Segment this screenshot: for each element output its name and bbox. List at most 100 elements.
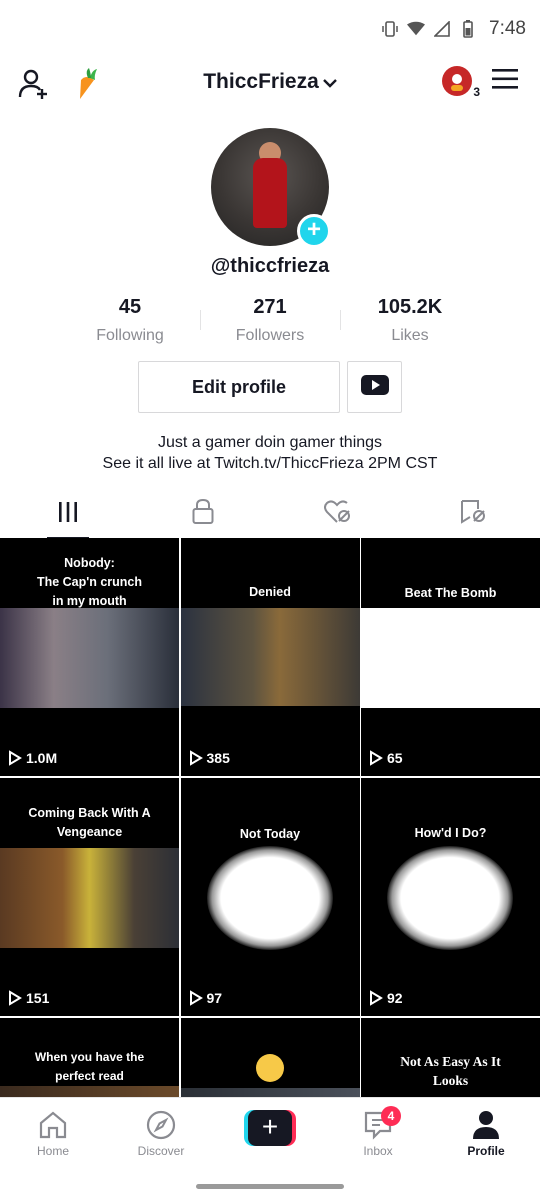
inbox-icon bbox=[333, 1110, 423, 1140]
nav-discover[interactable]: Discover bbox=[116, 1110, 206, 1158]
stat-value: 271 bbox=[253, 296, 287, 318]
view-count: 151 bbox=[8, 990, 49, 1006]
video-caption: How'd I Do? bbox=[414, 826, 487, 840]
video-thumbnail bbox=[0, 608, 179, 708]
video-tile[interactable]: Denied 385 bbox=[180, 538, 360, 776]
shocked-emoji-icon bbox=[255, 1054, 284, 1082]
wifi-icon bbox=[407, 20, 426, 38]
tab-private[interactable] bbox=[135, 490, 270, 538]
nav-label: Inbox bbox=[363, 1144, 393, 1158]
play-icon bbox=[9, 750, 22, 766]
notification-count: 3 bbox=[473, 85, 480, 99]
stat-followers[interactable]: 271 Followers bbox=[200, 296, 340, 345]
bio-line: Just a gamer doin gamer things bbox=[157, 434, 383, 451]
nav-label: Profile bbox=[467, 1144, 505, 1158]
video-caption: Coming Back With A Vengeance bbox=[28, 806, 151, 839]
video-tile[interactable]: Not Today 97 bbox=[180, 778, 360, 1016]
stat-value: 105.2K bbox=[377, 296, 443, 318]
avatar-figure-body bbox=[253, 158, 287, 228]
video-caption: Not Today bbox=[239, 827, 301, 841]
plus-icon: + bbox=[248, 1110, 292, 1146]
heart-hidden-icon bbox=[323, 499, 352, 529]
vibrate-icon bbox=[381, 20, 399, 38]
home-indicator[interactable] bbox=[196, 1184, 344, 1189]
profile-tabs bbox=[0, 490, 540, 539]
profile-handle: @thiccfrieza bbox=[210, 255, 330, 277]
video-caption: When you have the perfect read bbox=[34, 1050, 145, 1083]
notification-avatar-button[interactable]: 3 bbox=[442, 66, 480, 99]
video-thumbnail bbox=[206, 846, 333, 950]
view-count-value: 1.0M bbox=[26, 750, 58, 766]
avatar-beak bbox=[451, 85, 463, 91]
nav-label: Home bbox=[36, 1144, 69, 1158]
video-thumbnail bbox=[387, 846, 513, 950]
nav-home[interactable]: Home bbox=[8, 1110, 98, 1158]
video-grid: Nobody: The Cap'n crunch in my mouth 1.0… bbox=[0, 538, 540, 1098]
create-button[interactable]: + bbox=[244, 1110, 296, 1146]
video-caption: Denied bbox=[249, 585, 291, 599]
view-count: 1.0M bbox=[8, 750, 57, 766]
avatar-eye bbox=[452, 74, 462, 84]
play-icon bbox=[189, 750, 203, 766]
video-caption: Beat The Bomb bbox=[404, 586, 497, 600]
inbox-badge: 4 bbox=[381, 1106, 401, 1126]
bookmark-hidden-icon bbox=[459, 499, 487, 529]
stat-label: Following bbox=[96, 327, 164, 344]
video-tile[interactable]: Coming Back With A Vengeance 151 bbox=[0, 778, 179, 1016]
tab-liked[interactable] bbox=[270, 490, 405, 538]
video-thumbnail bbox=[180, 608, 360, 706]
view-count: 97 bbox=[189, 990, 223, 1006]
video-tile[interactable]: When you have the perfect read bbox=[0, 1018, 179, 1098]
play-icon bbox=[370, 990, 383, 1006]
view-count: 92 bbox=[369, 990, 403, 1006]
video-thumbnail bbox=[361, 608, 540, 708]
youtube-link-button[interactable] bbox=[347, 361, 402, 413]
view-count-value: 65 bbox=[387, 750, 403, 766]
video-tile[interactable]: Nobody: The Cap'n crunch in my mouth 1.0… bbox=[0, 538, 179, 776]
stat-following[interactable]: 45 Following bbox=[60, 296, 200, 345]
username-title: ThiccFrieza bbox=[203, 70, 319, 93]
signal-icon bbox=[433, 20, 451, 38]
nav-profile[interactable]: Profile bbox=[441, 1110, 531, 1158]
stat-label: Followers bbox=[235, 327, 305, 344]
menu-icon[interactable] bbox=[492, 68, 518, 95]
chevron-down-icon bbox=[322, 70, 337, 94]
play-icon bbox=[189, 990, 203, 1006]
status-bar: 7:48 bbox=[0, 0, 540, 58]
view-count-value: 97 bbox=[206, 990, 223, 1006]
edit-profile-button[interactable]: Edit profile bbox=[138, 361, 340, 413]
profile-icon bbox=[441, 1110, 531, 1140]
clock: 7:48 bbox=[489, 18, 526, 39]
video-tile[interactable] bbox=[180, 1018, 360, 1098]
lock-icon bbox=[192, 498, 214, 530]
view-count: 385 bbox=[189, 750, 230, 766]
video-tile[interactable]: Beat The Bomb 65 bbox=[361, 538, 540, 776]
nav-label: Discover bbox=[137, 1144, 185, 1158]
battery-icon bbox=[459, 20, 477, 38]
view-count-value: 151 bbox=[26, 990, 50, 1006]
play-icon bbox=[370, 750, 383, 766]
profile-stats: 45 Following 271 Followers 105.2K Likes bbox=[60, 296, 480, 345]
compass-icon bbox=[116, 1110, 206, 1140]
stat-label: Likes bbox=[391, 327, 429, 344]
video-thumbnail bbox=[0, 848, 179, 948]
stat-likes[interactable]: 105.2K Likes bbox=[340, 296, 480, 345]
play-icon bbox=[9, 990, 22, 1006]
bio-line: See it all live at Twitch.tv/ThiccFrieza… bbox=[102, 455, 438, 472]
home-icon bbox=[8, 1110, 98, 1140]
top-bar: ThiccFrieza 3 bbox=[0, 58, 540, 112]
nav-inbox[interactable]: 4 Inbox bbox=[333, 1106, 423, 1158]
video-caption: Nobody: The Cap'n crunch in my mouth bbox=[36, 556, 143, 608]
add-photo-plus-icon[interactable]: + bbox=[297, 214, 331, 248]
stat-value: 45 bbox=[118, 296, 142, 318]
tab-videos[interactable] bbox=[0, 490, 135, 539]
tab-bookmarks[interactable] bbox=[405, 490, 540, 538]
youtube-icon bbox=[360, 374, 389, 400]
grid-icon bbox=[57, 501, 79, 527]
video-tile[interactable]: Not As Easy As It Looks bbox=[361, 1018, 540, 1098]
video-caption: Not As Easy As It Looks bbox=[400, 1054, 501, 1088]
view-count: 65 bbox=[369, 750, 403, 766]
video-tile[interactable]: How'd I Do? 92 bbox=[361, 778, 540, 1016]
profile-bio: Just a gamer doin gamer things See it al… bbox=[0, 432, 540, 474]
view-count-value: 385 bbox=[206, 750, 230, 766]
